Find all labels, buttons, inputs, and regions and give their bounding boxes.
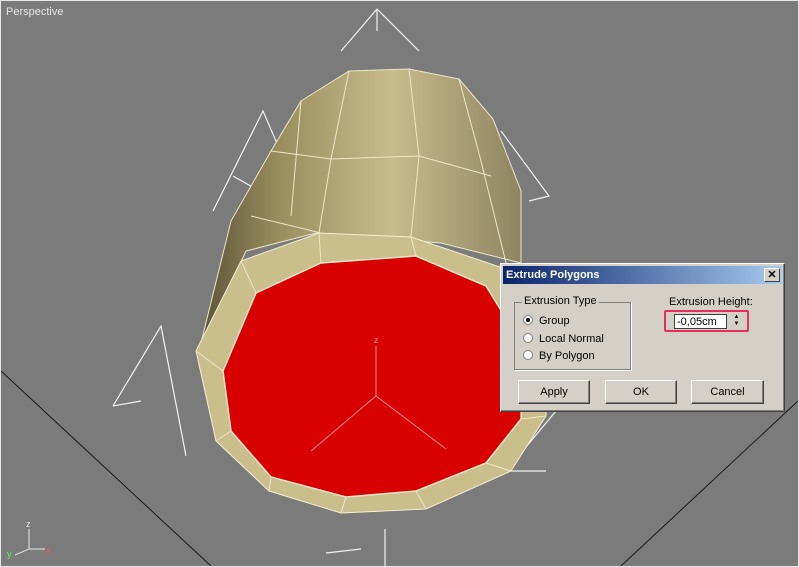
radio-group-label[interactable]: Group (539, 314, 570, 328)
ok-button[interactable]: OK (605, 380, 677, 404)
tripod-z-label: z (374, 335, 379, 345)
cancel-button[interactable]: Cancel (691, 380, 764, 404)
radio-local-normal-button[interactable] (523, 333, 533, 343)
radio-by-polygon-button[interactable] (523, 350, 533, 360)
world-axis-y-label: y (7, 549, 12, 559)
dialog-titlebar[interactable]: Extrude Polygons ✕ (503, 266, 782, 284)
world-axis-icon (14, 529, 45, 556)
close-button[interactable]: ✕ (764, 268, 780, 282)
dialog-title: Extrude Polygons (506, 269, 600, 281)
radio-group-button[interactable] (523, 315, 533, 325)
world-axis-z-label: z (26, 519, 31, 529)
spinner-down-icon[interactable]: ▼ (731, 321, 742, 328)
extrusion-height-label: Extrusion Height: (669, 296, 753, 308)
cylinder-mesh[interactable] (195, 68, 547, 514)
extrusion-height-input[interactable]: -0,05cm (674, 314, 727, 329)
extrusion-height-spinner[interactable]: ▲ ▼ (731, 314, 742, 329)
world-axis-x-label: x (46, 545, 51, 555)
extrude-polygons-dialog: Extrude Polygons ✕ Extrusion Type Group … (500, 263, 785, 412)
extrusion-type-label: Extrusion Type (522, 295, 599, 307)
radio-by-polygon-label[interactable]: By Polygon (539, 349, 595, 363)
radio-local-normal-label[interactable]: Local Normal (539, 332, 604, 346)
spinner-up-icon[interactable]: ▲ (731, 314, 742, 321)
apply-button[interactable]: Apply (518, 380, 590, 404)
